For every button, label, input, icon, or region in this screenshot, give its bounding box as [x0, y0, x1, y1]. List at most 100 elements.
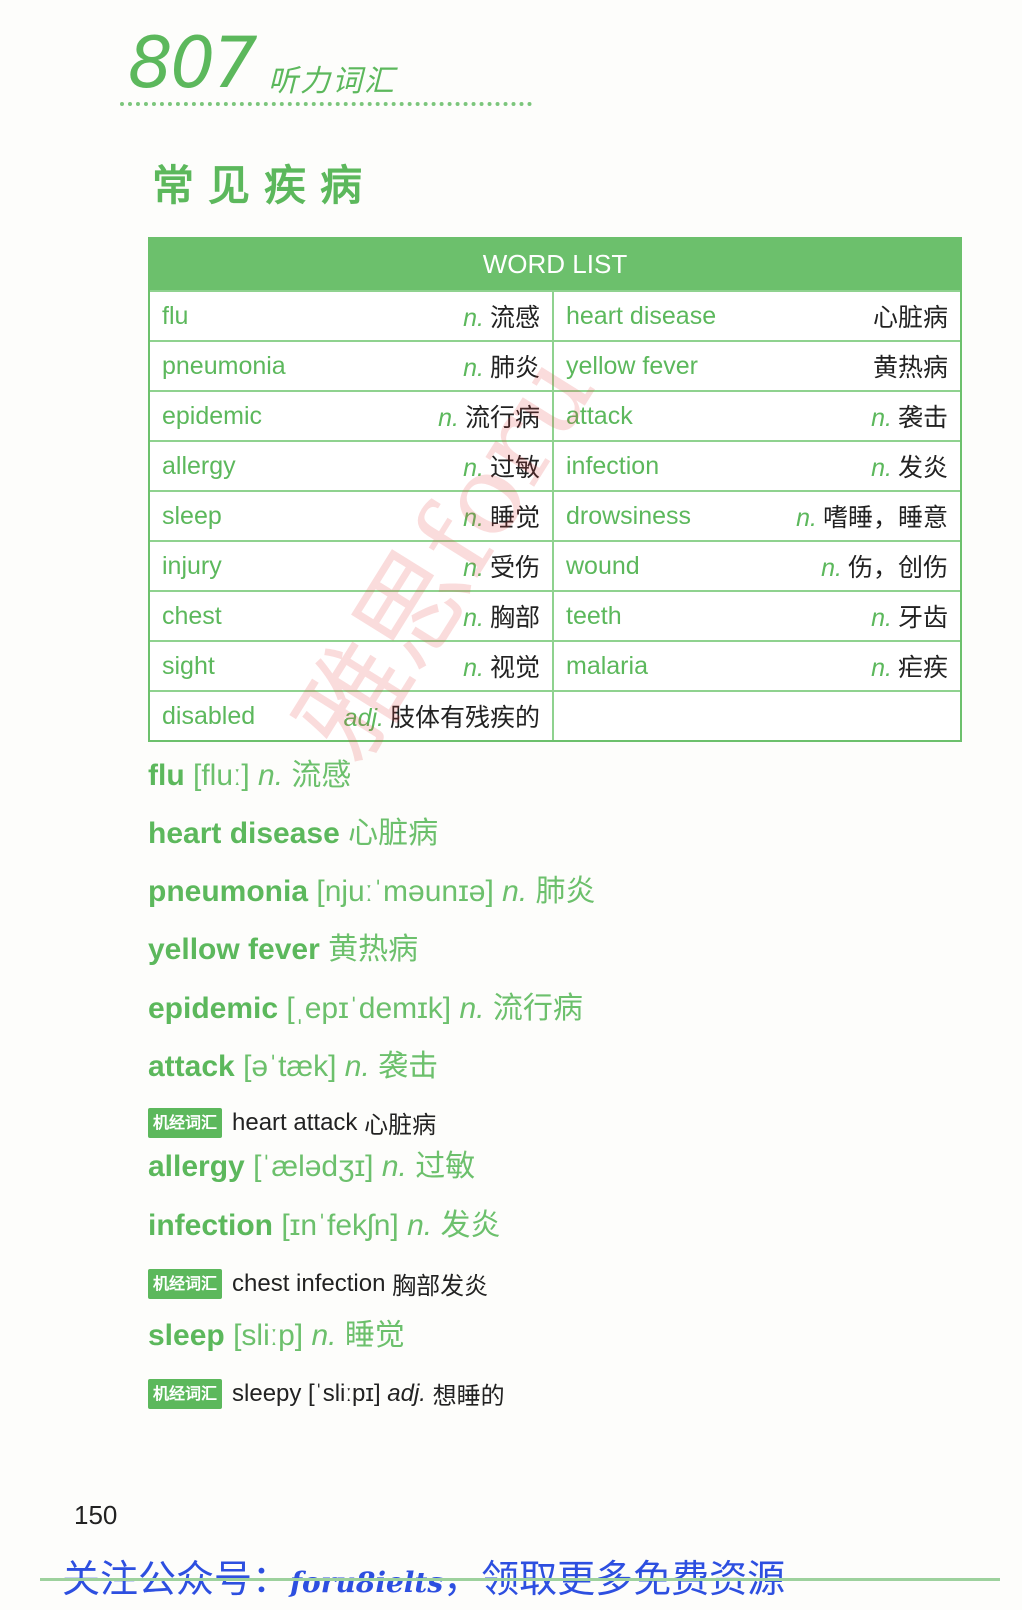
entry-headword: pneumonia [148, 875, 309, 908]
word-list-pos: n. [463, 354, 484, 382]
word-list-meaning: 袭击 [897, 404, 948, 432]
word-list-cell: attack n. 袭击 [554, 390, 960, 440]
word-list-definition: 心脏病 [867, 298, 948, 334]
word-list-meaning: 受伤 [489, 554, 540, 582]
chapter-subtitle: 听力词汇 [268, 64, 396, 99]
entry-pos: n. [311, 1319, 337, 1352]
exam-note-badge: 机经词汇 [148, 1107, 223, 1138]
entry-meaning: 袭击 [378, 1050, 439, 1083]
word-list-word: sight [162, 651, 215, 680]
word-list-definition: n. 嗜睡，睡意 [796, 498, 948, 534]
word-list-pos: n. [871, 404, 892, 432]
word-list-word: allergy [162, 451, 236, 480]
word-list-meaning: 嗜睡，睡意 [822, 504, 948, 532]
exam-note-text: chest infection [232, 1269, 386, 1297]
word-list-word: infection [566, 451, 660, 480]
word-list-cell: disabled adj. 肢体有残疾的 [150, 690, 554, 740]
exam-note: 机经词汇 sleepy [ˈsliːpɪ] adj. 想睡的 [148, 1376, 505, 1411]
entry-headword: heart disease [148, 817, 340, 850]
entry-meaning: 流行病 [492, 992, 583, 1025]
entry-meaning: 黄热病 [328, 933, 419, 966]
entry: attack [əˈtæk] n. 袭击 [148, 1041, 438, 1085]
word-list-table: WORD LIST flu n. 流感 heart disease 心脏病 pneumon… [148, 237, 962, 742]
entry-pos: n. [381, 1150, 407, 1183]
exam-note-badge: 机经词汇 [148, 1268, 223, 1299]
entry-headword: allergy [148, 1150, 245, 1183]
header-dotted-rule [120, 102, 532, 106]
word-list-meaning: 伤，创伤 [847, 554, 948, 582]
entry-phonetic: [ɪnˈfekʃn] [281, 1209, 399, 1242]
word-list-definition: n. 胸部 [463, 598, 540, 634]
word-list-pos: n. [871, 604, 892, 632]
word-list-definition: n. 袭击 [871, 398, 948, 434]
word-list-cell: allergy n. 过敏 [150, 440, 554, 490]
word-list-word: heart disease [566, 301, 717, 330]
entry-phonetic: [njuːˈməunɪə] [316, 875, 494, 908]
word-list-pos: n. [463, 604, 484, 632]
word-list-definition: n. 牙齿 [871, 598, 948, 634]
word-list-cell: infection n. 发炎 [554, 440, 960, 490]
entry: heart disease 心脏病 [148, 808, 438, 852]
word-list-definition: n. 发炎 [871, 448, 948, 484]
entry-meaning: 发炎 [440, 1209, 501, 1242]
entry: sleep [sliːp] n. 睡觉 [148, 1310, 405, 1354]
footer-promo-handle: foru8ielts [290, 1566, 444, 1599]
word-list-definition: n. 过敏 [463, 448, 540, 484]
entry-meaning: 心脏病 [348, 817, 439, 850]
word-list-meaning: 疟疾 [897, 654, 948, 682]
exam-note-meaning: 心脏病 [364, 1112, 437, 1139]
entry-headword: epidemic [148, 992, 279, 1025]
word-list-pos: n. [463, 654, 484, 682]
entry: pneumonia [njuːˈməunɪə] n. 肺炎 [148, 866, 596, 910]
word-list-meaning: 流行病 [464, 404, 540, 432]
entry-pos: n. [344, 1050, 370, 1083]
word-list-meaning: 心脏病 [872, 304, 948, 332]
word-list-meaning: 黄热病 [872, 354, 948, 382]
entry-headword: infection [148, 1209, 273, 1242]
exam-note-badge: 机经词汇 [148, 1378, 223, 1409]
word-list-meaning: 肺炎 [489, 354, 540, 382]
entry: epidemic [ˌepɪˈdemɪk] n. 流行病 [148, 983, 583, 1027]
entry-meaning: 流感 [291, 759, 352, 792]
word-list-pos: n. [821, 554, 842, 582]
word-list-definition: n. 疟疾 [871, 648, 948, 684]
word-list-pos: n. [796, 504, 817, 532]
word-list-pos: n. [463, 304, 484, 332]
entry-headword: attack [148, 1050, 235, 1083]
exam-note: 机经词汇 chest infection 胸部发炎 [148, 1266, 488, 1301]
exam-note: 机经词汇 heart attack 心脏病 [148, 1105, 436, 1140]
word-list-word: injury [162, 551, 222, 580]
word-list-meaning: 流感 [489, 304, 540, 332]
word-list-definition: n. 视觉 [463, 648, 540, 684]
word-list-cell: epidemic n. 流行病 [150, 390, 554, 440]
word-list-meaning: 胸部 [489, 604, 540, 632]
word-list-word: malaria [566, 651, 648, 680]
word-list-pos: n. [871, 654, 892, 682]
entry-meaning: 睡觉 [344, 1319, 405, 1352]
chapter-number: 807 [128, 22, 258, 104]
word-list-cell: drowsiness n. 嗜睡，睡意 [554, 490, 960, 540]
entry-meaning: 过敏 [415, 1150, 476, 1183]
word-list-cell: pneumonia n. 肺炎 [150, 340, 554, 390]
word-list-word: wound [566, 551, 640, 580]
word-list-cell: malaria n. 疟疾 [554, 640, 960, 690]
entry-phonetic: [ˌepɪˈdemɪk] [286, 992, 452, 1025]
word-list-meaning: 过敏 [489, 454, 540, 482]
word-list-word: teeth [566, 601, 622, 630]
entry-phonetic: [fluː] [193, 759, 250, 792]
section-title: 常见疾病 [152, 161, 377, 210]
entry-pos: n. [407, 1209, 433, 1242]
entry-phonetic: [ˈælədʒɪ] [253, 1150, 374, 1183]
word-list-title: WORD LIST [150, 239, 960, 290]
word-list-cell: heart disease 心脏病 [554, 290, 960, 340]
word-list-word: pneumonia [162, 351, 286, 380]
word-list-definition: n. 睡觉 [463, 498, 540, 534]
word-list-pos: n. [463, 554, 484, 582]
word-list-definition: n. 肺炎 [463, 348, 540, 384]
word-list-pos: n. [463, 504, 484, 532]
word-list-word: flu [162, 301, 189, 330]
word-list-pos: n. [463, 454, 484, 482]
word-list-meaning: 发炎 [897, 454, 948, 482]
word-list-word: sleep [162, 501, 222, 530]
word-list-pos: adj. [343, 704, 384, 732]
